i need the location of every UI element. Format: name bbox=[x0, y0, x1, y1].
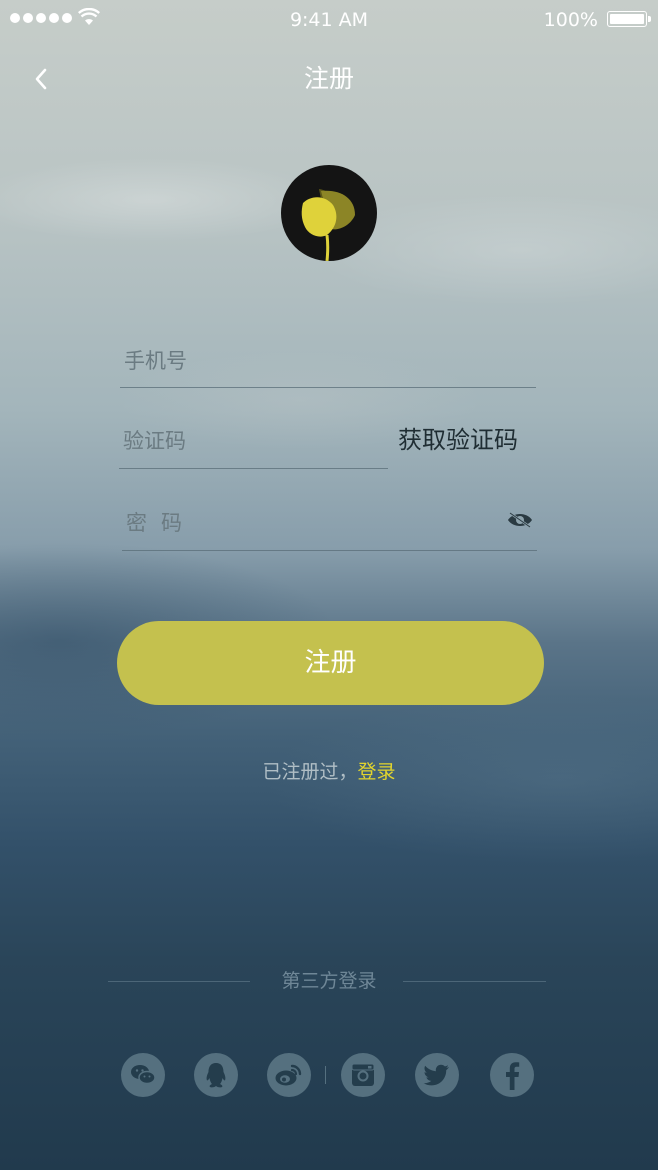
qq-icon bbox=[206, 1063, 226, 1088]
social-separator bbox=[325, 1066, 326, 1084]
login-link[interactable]: 登录 bbox=[358, 761, 396, 783]
get-code-button[interactable]: 获取验证码 bbox=[398, 422, 518, 458]
facebook-icon bbox=[506, 1062, 520, 1090]
phone-field bbox=[120, 335, 536, 388]
verification-code-input[interactable] bbox=[119, 414, 388, 468]
login-hint-text: 已注册过， bbox=[262, 761, 358, 783]
instagram-icon bbox=[351, 1063, 375, 1086]
third-party-title: 第三方登录 bbox=[281, 970, 377, 992]
battery-icon bbox=[607, 11, 651, 27]
password-input[interactable] bbox=[122, 496, 537, 550]
twitter-login-button[interactable] bbox=[415, 1053, 459, 1097]
facebook-login-button[interactable] bbox=[490, 1053, 534, 1097]
password-field bbox=[122, 496, 537, 551]
twitter-icon bbox=[423, 1064, 449, 1086]
register-button[interactable]: 注册 bbox=[117, 621, 544, 705]
status-bar: 9:41 AM 100% bbox=[0, 0, 658, 40]
app-logo bbox=[281, 165, 377, 261]
wechat-icon bbox=[131, 1065, 156, 1085]
weibo-login-button[interactable] bbox=[267, 1053, 311, 1097]
login-hint: 已注册过，登录 bbox=[0, 757, 658, 784]
weibo-icon bbox=[275, 1064, 302, 1086]
wechat-login-button[interactable] bbox=[121, 1053, 165, 1097]
phone-input[interactable] bbox=[120, 335, 536, 387]
page-title: 注册 bbox=[303, 64, 354, 93]
tulip-leaf-logo-icon bbox=[301, 189, 355, 261]
qq-login-button[interactable] bbox=[194, 1053, 238, 1097]
battery-percent: 100% bbox=[543, 9, 598, 31]
eye-hidden-icon[interactable] bbox=[506, 510, 534, 530]
instagram-login-button[interactable] bbox=[341, 1053, 385, 1097]
verification-code-field bbox=[119, 414, 388, 469]
divider-right bbox=[403, 981, 546, 982]
